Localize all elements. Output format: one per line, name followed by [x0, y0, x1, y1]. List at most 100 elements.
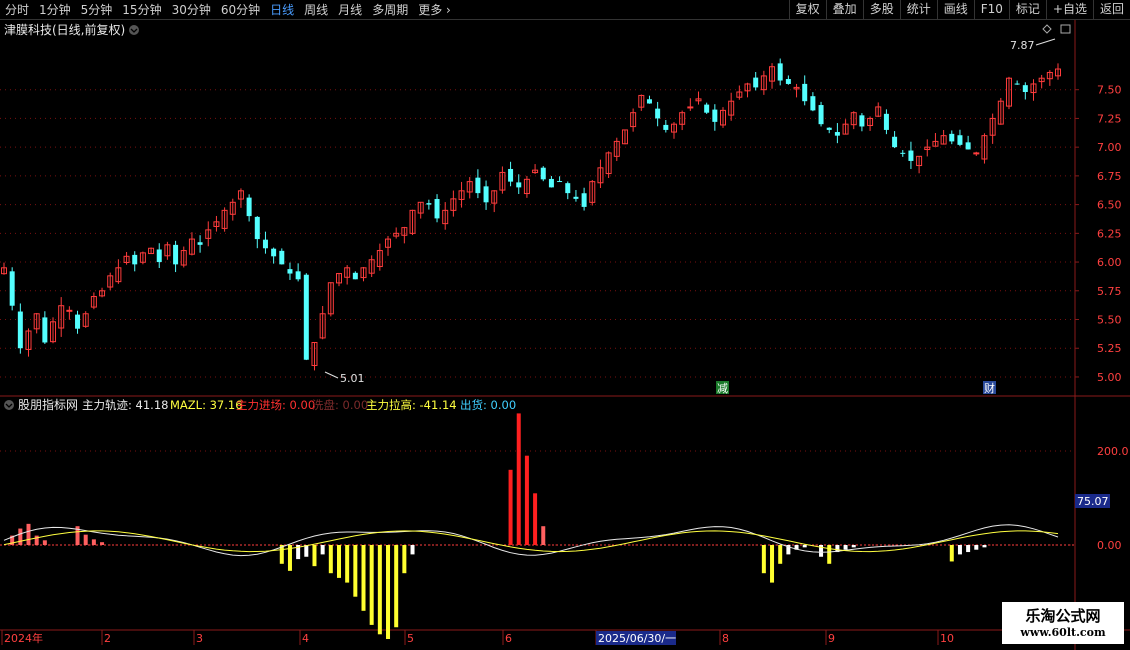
- candle-body: [892, 136, 898, 148]
- indicator-bar: [851, 545, 856, 548]
- candle-body: [949, 133, 955, 142]
- candle-body: [132, 254, 138, 265]
- current-value: 75.07: [1077, 495, 1109, 508]
- x-tick-label: 8: [722, 632, 729, 645]
- candle-body: [818, 105, 824, 125]
- candle-body: [581, 193, 587, 207]
- indicator-bar: [304, 545, 309, 557]
- indicator-bar: [320, 545, 325, 555]
- candle-body: [973, 152, 980, 155]
- x-tick-label: 6: [505, 632, 512, 645]
- y-tick-label: 6.25: [1097, 227, 1122, 240]
- candle-body: [810, 96, 816, 111]
- indicator-bar: [26, 523, 31, 545]
- indicator-bar: [336, 545, 341, 578]
- indicator-bar: [516, 413, 521, 545]
- candle-body: [42, 317, 48, 343]
- candle-body: [900, 152, 906, 154]
- indicator-bar: [802, 545, 807, 548]
- candle-body: [75, 314, 81, 329]
- indicator-bar: [361, 545, 366, 611]
- x-tick-label: 3: [196, 632, 203, 645]
- indicator-bar: [42, 540, 47, 545]
- x-tick-label: 10: [940, 632, 954, 645]
- indicator-value: 出货: 0.00: [460, 398, 516, 412]
- candlesticks: [1, 58, 1061, 371]
- candle-body: [687, 106, 694, 109]
- low-label: 5.01: [340, 372, 365, 385]
- series-line-mazl: [3, 530, 1059, 553]
- chevron-down-icon[interactable]: [4, 400, 14, 410]
- candle-body: [426, 203, 432, 205]
- y-tick-label: 7.00: [1097, 141, 1122, 154]
- indicator-bar: [949, 545, 954, 562]
- indicator-bar: [100, 542, 105, 545]
- candle-body: [573, 196, 579, 199]
- indicator-bar: [394, 545, 399, 628]
- candle-body: [173, 244, 179, 265]
- candle-body: [557, 181, 563, 183]
- indicator-y-label: 0.00: [1097, 539, 1122, 552]
- indicator-bar: [974, 545, 979, 550]
- candle-body: [303, 274, 309, 360]
- x-tick-label: 5: [407, 632, 414, 645]
- candle-body: [475, 177, 481, 194]
- indicator-bar: [345, 545, 350, 583]
- candle-body: [908, 150, 914, 161]
- chevron-down-icon[interactable]: [129, 25, 139, 35]
- indicator-value: 主力拉高: -41.14: [366, 398, 457, 412]
- candle-body: [254, 216, 260, 240]
- candle-body: [197, 242, 203, 245]
- watermark-url: www.60lt.com: [1020, 626, 1106, 639]
- labels: 津膜科技(日线,前复权) 7.87 5.01 减 财股朋指标网 主力轨迹: 41.18 MA…: [4, 22, 1071, 412]
- indicator-bar: [957, 545, 962, 555]
- stock-chart[interactable]: 7.50 7.25 7.00 6.75 6.50 6.25 6.00 5.75 5.50 5.25…: [0, 0, 1130, 650]
- candle-body: [883, 113, 889, 130]
- diamond-icon[interactable]: [1042, 24, 1052, 34]
- x-tick-label: 9: [828, 632, 835, 645]
- low-arrow: [324, 371, 339, 379]
- watermark: 乐淘公式网 www.60lt.com: [1002, 602, 1124, 644]
- indicator-bar: [508, 469, 513, 545]
- indicator-bar: [770, 545, 775, 583]
- candle-body: [9, 271, 15, 306]
- y-tick-label: 5.50: [1097, 314, 1122, 327]
- chart-title: 津膜科技(日线,前复权): [4, 22, 125, 37]
- candle-body: [287, 269, 293, 274]
- high-arrow: [1035, 38, 1056, 46]
- indicator-bar: [328, 545, 333, 574]
- indicator-bar: [402, 545, 407, 574]
- svg-text:减: 减: [717, 382, 728, 395]
- candle-body: [279, 250, 285, 265]
- indicator-panel: [0, 413, 1074, 639]
- indicator-value: 主力轨迹: 41.18: [82, 398, 168, 412]
- candle-body: [704, 104, 710, 113]
- indicator-value: MAZL: 37.16: [170, 398, 243, 412]
- y-tick-label: 6.00: [1097, 256, 1122, 269]
- candle-body: [66, 309, 73, 312]
- candle-body: [565, 183, 571, 194]
- candle-body: [655, 108, 661, 119]
- indicator-bar: [778, 545, 783, 564]
- axes: 7.50 7.25 7.00 6.75 6.50 6.25 6.00 5.75 5.50 5.25…: [0, 20, 1130, 650]
- indicator-bar: [34, 535, 39, 545]
- candle-body: [508, 168, 514, 182]
- candle-body: [516, 182, 522, 188]
- candle-body: [246, 197, 252, 217]
- indicator-bar: [377, 545, 382, 635]
- svg-text:财: 财: [984, 381, 995, 395]
- candle-body: [271, 248, 277, 257]
- indicator-bar: [982, 545, 987, 548]
- y-tick-label: 6.50: [1097, 199, 1122, 212]
- indicator-bar: [83, 534, 88, 545]
- candle-body: [785, 78, 791, 84]
- indicator-bar: [524, 455, 529, 545]
- event-marker[interactable]: 减: [716, 381, 729, 395]
- candle-body: [834, 132, 840, 136]
- indicator-bar: [827, 545, 832, 564]
- event-marker[interactable]: 财: [983, 381, 996, 395]
- candle-body: [965, 142, 971, 150]
- candle-body: [434, 199, 440, 219]
- window-icon[interactable]: [1060, 24, 1071, 34]
- indicator-bar: [18, 528, 23, 545]
